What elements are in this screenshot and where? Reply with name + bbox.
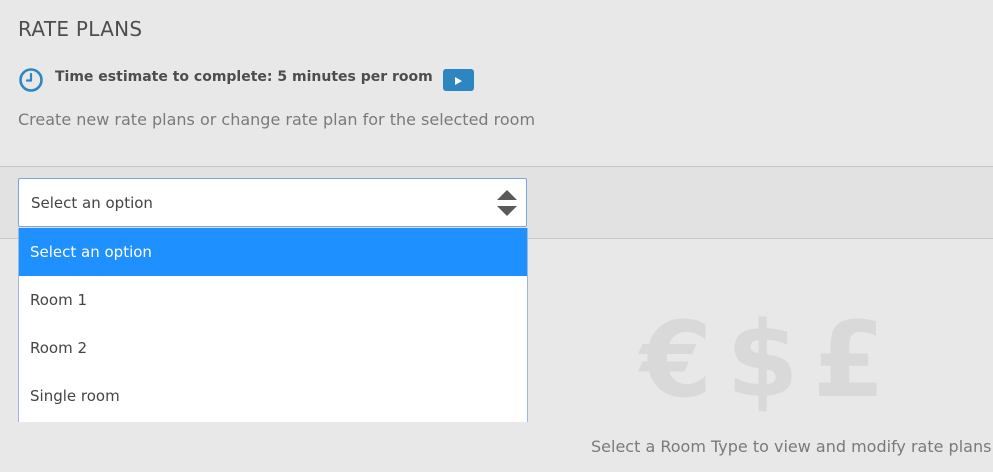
page-subtitle: Create new rate plans or change rate pla…	[18, 110, 536, 129]
time-estimate-row: Time estimate to complete: 5 minutes per…	[18, 66, 474, 94]
dropdown-option-select-an-option[interactable]: Select an option	[19, 228, 527, 276]
play-video-button[interactable]	[442, 69, 474, 91]
dropdown-option-room-1[interactable]: Room 1	[19, 276, 527, 324]
room-type-select[interactable]: Select an option	[18, 178, 527, 227]
dropdown-option-room-2[interactable]: Room 2	[19, 324, 527, 372]
time-estimate-text: Time estimate to complete: 5 minutes per…	[55, 69, 433, 85]
clock-icon	[18, 67, 44, 93]
currency-icon: €$£	[640, 299, 900, 421]
play-icon	[453, 71, 463, 90]
empty-state-message: Select a Room Type to view and modify ra…	[591, 437, 992, 456]
room-select-dropdown: Select an option Room 1 Room 2 Single ro…	[18, 228, 528, 422]
page-title: RATE PLANS	[18, 17, 143, 41]
page-header: RATE PLANS Time estimate to complete: 5 …	[0, 0, 993, 167]
select-arrows-icon	[496, 189, 518, 217]
dropdown-option-single-room[interactable]: Single room	[19, 372, 527, 420]
select-value: Select an option	[31, 194, 153, 212]
